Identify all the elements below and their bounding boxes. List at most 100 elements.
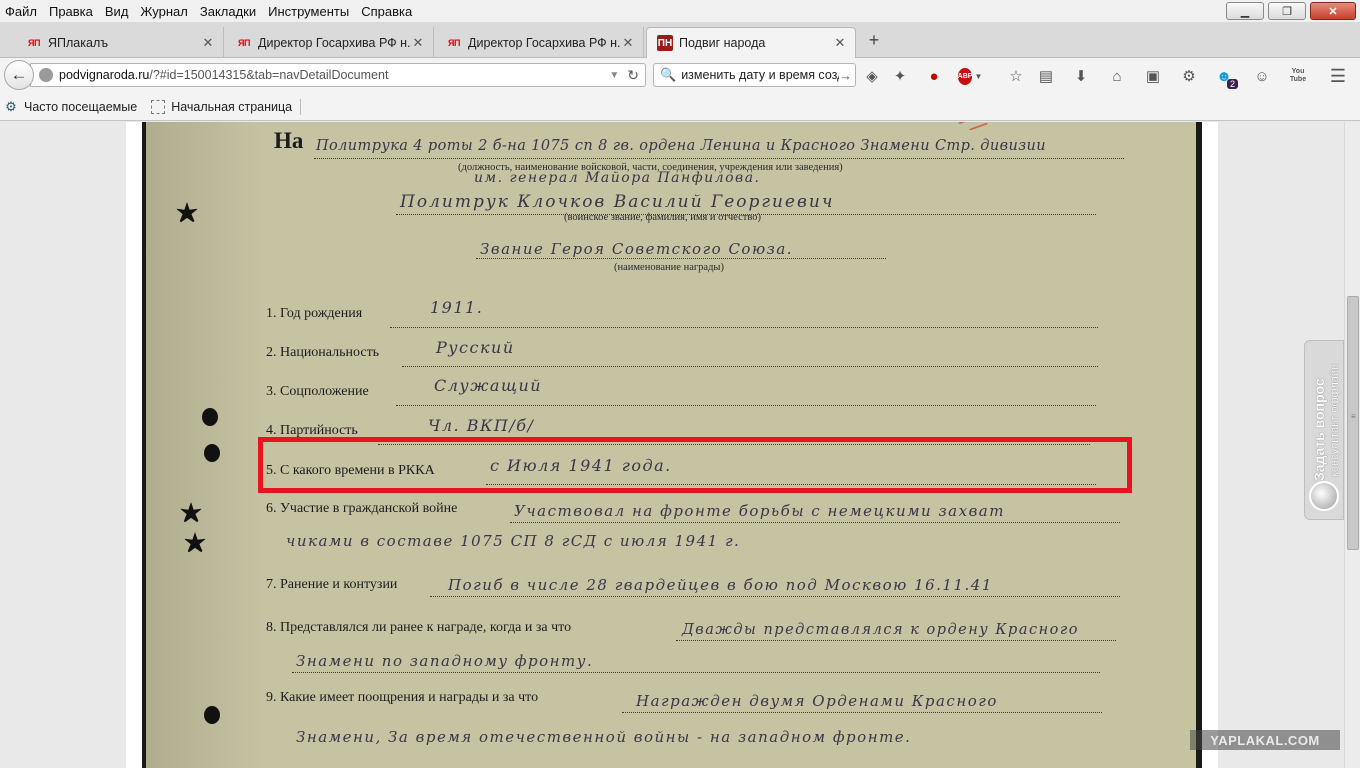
yaplakal-favicon-icon: ЯП [448, 37, 460, 48]
ghost-icon[interactable]: ✦ [890, 66, 910, 86]
page-icon [151, 99, 166, 114]
yaplakal-favicon-icon: ЯП [238, 37, 250, 48]
adblock-button[interactable]: ABP ▼ [957, 66, 983, 86]
tab-close-icon[interactable]: ✕ [833, 35, 847, 51]
download-icon[interactable]: ⬇ [1071, 66, 1091, 86]
vertical-scrollbar[interactable]: ≡ [1344, 122, 1360, 768]
notification-icon[interactable]: ☻ 2 [1214, 66, 1238, 89]
dotted-line [676, 640, 1116, 641]
dotted-line [476, 258, 886, 259]
bookmark-star-icon[interactable]: ☆ [1006, 66, 1026, 86]
tab-yaplakal[interactable]: ЯП ЯПлакалъ ✕ [16, 27, 224, 58]
menu-history[interactable]: Журнал [134, 4, 193, 19]
search-icon: 🔍 [660, 67, 677, 82]
close-window-button[interactable]: ✕ [1310, 2, 1356, 20]
address-path: /?#id=150014315&tab=navDetailDocument [149, 68, 389, 82]
chat-icon[interactable]: ☺ [1252, 66, 1272, 86]
history-dropdown-icon[interactable]: ▼ [609, 70, 619, 81]
watermark: YAPLAKAL.COM [1190, 730, 1340, 750]
field-value-prior-award: Дважды представлялся к ордену Красного [682, 622, 1079, 638]
reload-icon[interactable]: ↻ [627, 67, 639, 84]
menu-tools[interactable]: Инструменты [262, 4, 355, 19]
field-value-wounds: Погиб в числе 28 гвардейцев в бою под Мо… [448, 576, 993, 594]
menu-edit[interactable]: Правка [43, 4, 99, 19]
ask-question-widget[interactable]: Задать вопрос консультант оффлайн [1304, 340, 1344, 520]
sidebar-icon[interactable]: ▣ [1143, 66, 1163, 86]
field-value-civil-war: Участвовал на фронте борьбы с немецкими … [514, 502, 1005, 520]
tab-director-2[interactable]: ЯП Директор Госархива РФ н... ✕ [436, 27, 644, 58]
caption-name: (воинское звание, фамилия, имя и отчеств… [564, 212, 761, 223]
address-bar[interactable]: podvignaroda.ru/?#id=150014315&tab=navDe… [30, 63, 646, 87]
back-button[interactable]: ← [4, 60, 34, 90]
menu-bookmarks[interactable]: Закладки [194, 4, 262, 19]
yaplakal-favicon-icon: ЯП [28, 37, 40, 48]
address-host: podvignaroda.ru [59, 68, 150, 82]
globe-icon [39, 68, 53, 82]
restore-icon: ❐ [1282, 5, 1292, 18]
search-input[interactable]: изменить дату и время созда [681, 68, 839, 82]
tab-close-icon[interactable]: ✕ [621, 35, 635, 51]
bookmark-most-visited[interactable]: ⚙ Часто посещаемые [4, 99, 138, 114]
navigation-bar: podvignaroda.ru/?#id=150014315&tab=navDe… [0, 58, 1360, 93]
field-value-awards-cont: Знамени, За время отечественной войны - … [296, 728, 912, 746]
bookmark-separator [300, 98, 302, 115]
scrollbar-thumb[interactable]: ≡ [1347, 296, 1359, 550]
back-arrow-icon: ← [10, 65, 28, 84]
field-label-awards: 9. Какие имеет поощрения и награды и за … [266, 690, 539, 705]
address-url[interactable]: podvignaroda.ru/?#id=150014315&tab=navDe… [59, 68, 609, 82]
tab-close-icon[interactable]: ✕ [411, 35, 425, 51]
search-bar[interactable]: 🔍 изменить дату и время созда → [653, 63, 856, 87]
bookmark-label: Часто посещаемые [24, 99, 138, 114]
field-value-prior-award-cont: Знамени по западному фронту. [296, 652, 594, 670]
field-label-prior-award: 8. Представлялся ли ранее к награде, ког… [266, 620, 572, 635]
restore-button[interactable]: ❐ [1268, 2, 1306, 20]
search-go-icon[interactable]: → [839, 68, 855, 83]
new-tab-button[interactable]: + [864, 30, 884, 51]
tab-title: ЯПлакалъ [48, 35, 109, 50]
extension-icon[interactable]: ◈ [862, 66, 882, 86]
home-icon[interactable]: ⌂ [1107, 66, 1127, 86]
field-value-awards: Награжден двумя Орденами Красного [636, 692, 998, 710]
field-label-social: 3. Соцположение [266, 384, 369, 399]
menu-icon[interactable]: ☰ [1328, 66, 1348, 86]
document-line-name: Политрук Клочков Василий Георгиевич [400, 192, 835, 212]
minimize-button[interactable]: ▁ [1226, 2, 1264, 20]
window-controls: ▁ ❐ ✕ [1226, 2, 1356, 20]
menu-bar: Файл Правка Вид Журнал Закладки Инструме… [0, 0, 1360, 22]
field-label-civil-war: 6. Участие в гражданской войне [266, 501, 458, 516]
notification-badge: 2 [1226, 79, 1238, 89]
widget-text: Задать вопрос консультант оффлайн [1307, 321, 1344, 501]
tab-close-icon[interactable]: ✕ [201, 35, 215, 51]
minimize-icon: ▁ [1240, 5, 1250, 18]
caption-award: (наименование награды) [614, 262, 724, 273]
reading-list-icon[interactable]: ▤ [1036, 66, 1056, 86]
gear-icon[interactable]: ⚙ [1179, 66, 1199, 86]
menu-view[interactable]: Вид [99, 4, 135, 19]
youtube-icon[interactable]: You Tube [1288, 66, 1308, 86]
punch-hole [204, 444, 220, 462]
bookmark-start-page[interactable]: Начальная страница [151, 99, 292, 114]
dotted-line [622, 712, 1102, 713]
adblock-icon: ABP [957, 67, 973, 85]
dotted-line [396, 405, 1096, 406]
document-line-division: им. генерал Майора Панфилова. [474, 170, 761, 186]
tab-podvig-naroda[interactable]: ПН Подвиг народа ✕ [646, 27, 856, 58]
field-value-civil-war-cont: чиками в составе 1075 СП 8 гСД с июля 19… [286, 532, 741, 550]
menu-help[interactable]: Справка [355, 4, 418, 19]
chevron-down-icon: ▼ [974, 71, 983, 81]
punch-hole [204, 706, 220, 724]
dotted-line [402, 366, 1098, 367]
record-icon[interactable]: ● [924, 66, 944, 86]
field-value-nationality: Русский [436, 338, 515, 357]
dotted-line [390, 327, 1098, 328]
field-value-social: Служащий [434, 376, 543, 395]
widget-title: Задать вопрос [1311, 378, 1327, 481]
scroll-grip-icon: ≡ [1351, 412, 1356, 421]
document-line-unit: Политрука 4 роты 2 б-на 1075 сп 8 гв. ор… [316, 138, 1046, 154]
menu-file[interactable]: Файл [0, 4, 43, 19]
document-line-award: Звание Героя Советского Союза. [480, 240, 794, 258]
tab-title: Директор Госархива РФ н... [258, 35, 411, 50]
dotted-line [510, 522, 1120, 523]
tab-director-1[interactable]: ЯП Директор Госархива РФ н... ✕ [226, 27, 434, 58]
dotted-line [430, 596, 1120, 597]
